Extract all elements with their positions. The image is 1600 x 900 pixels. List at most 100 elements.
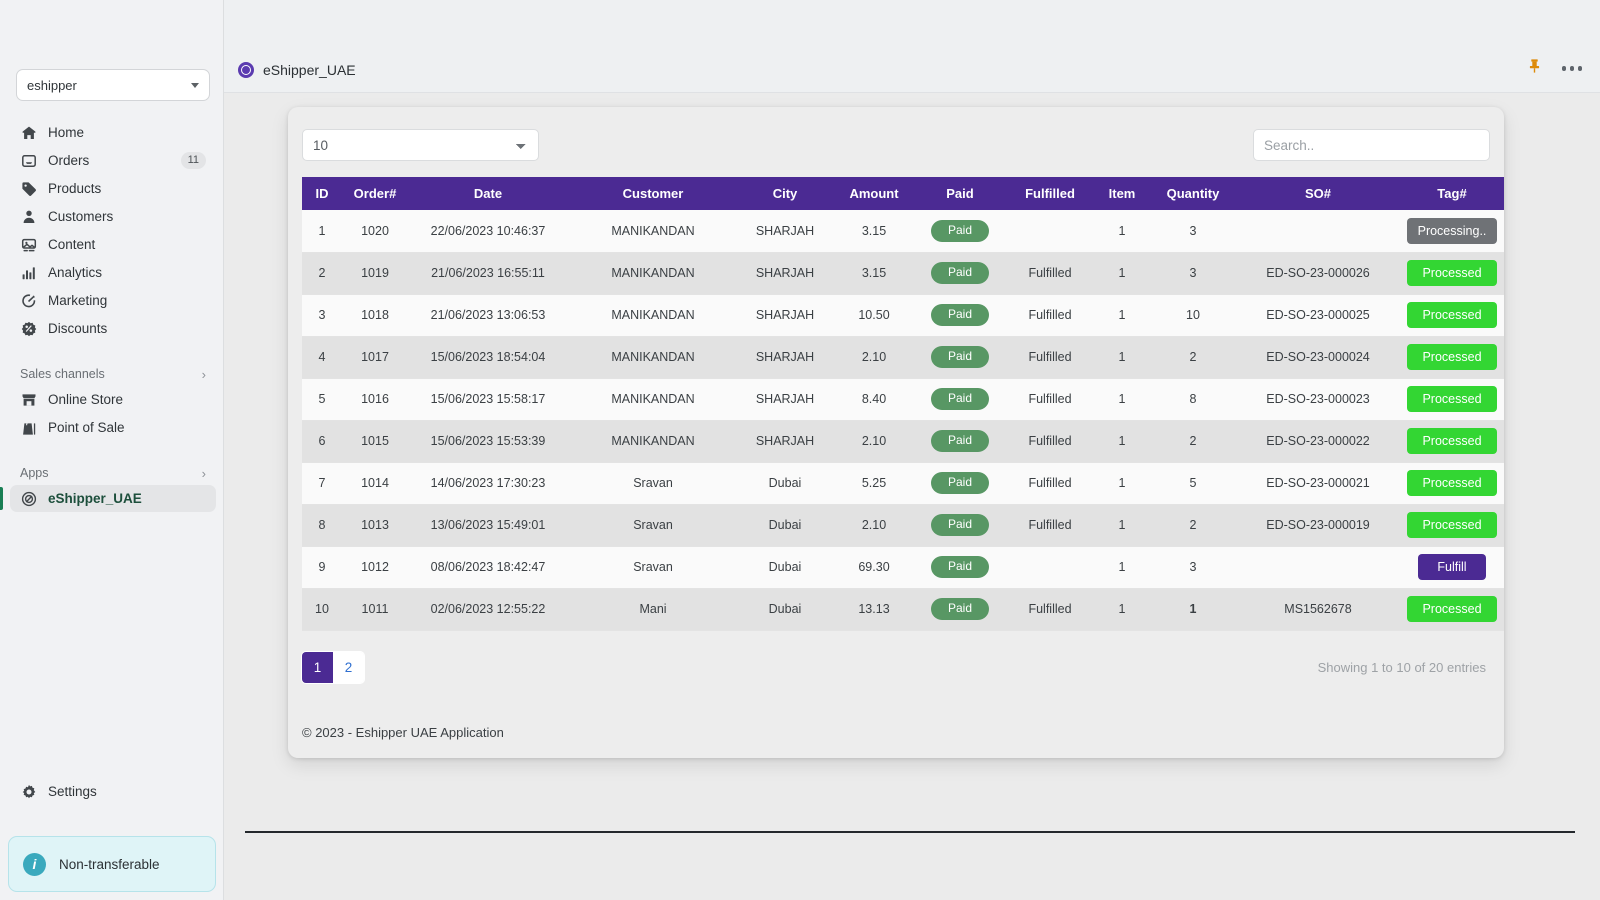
cell-customer: Sravan xyxy=(568,546,738,589)
sidebar-item-point-of-sale[interactable]: Point of Sale xyxy=(10,414,216,441)
sidebar-item-settings[interactable]: Settings xyxy=(10,778,216,805)
sidebar-item-online-store[interactable]: Online Store xyxy=(10,386,216,413)
processed-button[interactable]: Processed xyxy=(1407,427,1497,455)
app-title: eShipper_UAE xyxy=(238,62,356,78)
cell-tag: Processed xyxy=(1398,378,1504,421)
cell-amount: 8.40 xyxy=(832,378,916,421)
paid-status-badge: Paid xyxy=(930,430,990,452)
store-switcher[interactable]: eshipper xyxy=(16,69,210,101)
cell-paid: Paid xyxy=(916,420,1004,463)
cell-paid: Paid xyxy=(916,210,1004,253)
cell-quantity: 3 xyxy=(1148,546,1238,589)
cell-id: 4 xyxy=(302,336,342,379)
cell-date: 14/06/2023 17:30:23 xyxy=(408,462,568,505)
cell-date: 22/06/2023 10:46:37 xyxy=(408,210,568,253)
page-button-1[interactable]: 1 xyxy=(302,651,333,683)
gear-icon xyxy=(20,783,37,800)
sidebar-item-discounts[interactable]: Discounts xyxy=(10,315,216,342)
sidebar-item-content[interactable]: Content xyxy=(10,231,216,258)
cell-order-number: 1018 xyxy=(342,294,408,337)
sidebar-item-label: eShipper_UAE xyxy=(48,491,142,506)
column-header-tag[interactable]: Tag# xyxy=(1398,177,1504,210)
sidebar-section-apps[interactable]: Apps › xyxy=(10,461,216,485)
search-input[interactable] xyxy=(1253,129,1490,161)
cell-city: SHARJAH xyxy=(738,378,832,421)
column-header-order[interactable]: Order# xyxy=(342,177,408,210)
cell-customer: Mani xyxy=(568,588,738,631)
column-header-fulfilled[interactable]: Fulfilled xyxy=(1004,177,1096,210)
sidebar-section-sales-channels[interactable]: Sales channels › xyxy=(10,362,216,386)
paid-status-badge: Paid xyxy=(930,514,990,536)
sidebar-item-marketing[interactable]: Marketing xyxy=(10,287,216,314)
column-header-city[interactable]: City xyxy=(738,177,832,210)
cell-fulfilled xyxy=(1004,210,1096,253)
sidebar-item-products[interactable]: Products xyxy=(10,175,216,202)
fulfill-button[interactable]: Fulfill xyxy=(1418,553,1486,581)
cell-quantity: 2 xyxy=(1148,336,1238,379)
column-header-amount[interactable]: Amount xyxy=(832,177,916,210)
page-length-select[interactable]: 102550100 xyxy=(302,129,539,161)
column-header-quantity[interactable]: Quantity xyxy=(1148,177,1238,210)
cell-id: 3 xyxy=(302,294,342,337)
page-button-2[interactable]: 2 xyxy=(333,651,364,683)
column-header-item[interactable]: Item xyxy=(1096,177,1148,210)
column-header-so[interactable]: SO# xyxy=(1238,177,1398,210)
sidebar-item-customers[interactable]: Customers xyxy=(10,203,216,230)
cell-order-number: 1016 xyxy=(342,378,408,421)
customers-person-icon xyxy=(20,208,37,225)
paid-status-badge: Paid xyxy=(930,388,990,410)
column-header-paid[interactable]: Paid xyxy=(916,177,1004,210)
pushpin-icon[interactable] xyxy=(1527,58,1542,79)
chevron-right-icon: › xyxy=(201,366,206,382)
sidebar-item-eshipper-uae[interactable]: eShipper_UAE xyxy=(0,485,216,512)
cell-paid: Paid xyxy=(916,588,1004,631)
processing-button[interactable]: Processing.. xyxy=(1406,217,1498,244)
app-title-label: eShipper_UAE xyxy=(263,62,356,78)
cell-tag: Processing.. xyxy=(1398,210,1504,253)
sidebar-item-analytics[interactable]: Analytics xyxy=(10,259,216,286)
processed-button[interactable]: Processed xyxy=(1407,301,1497,329)
cell-so-number: ED-SO-23-000023 xyxy=(1238,378,1398,421)
sidebar-item-label: Marketing xyxy=(48,293,108,308)
card-footer: © 2023 - Eshipper UAE Application xyxy=(302,724,504,740)
processed-button[interactable]: Processed xyxy=(1407,259,1497,287)
cell-quantity: 2 xyxy=(1148,504,1238,547)
column-header-id[interactable]: ID xyxy=(302,177,342,210)
cell-order-number: 1017 xyxy=(342,336,408,379)
cell-date: 08/06/2023 18:42:47 xyxy=(408,546,568,589)
column-header-customer[interactable]: Customer xyxy=(568,177,738,210)
paid-status-badge: Paid xyxy=(930,219,990,242)
eshipper-logo-icon xyxy=(238,62,254,78)
sidebar-item-label: Products xyxy=(48,181,102,196)
processed-button[interactable]: Processed xyxy=(1407,595,1497,623)
cell-item: 1 xyxy=(1096,294,1148,337)
sales-channels-label: Sales channels xyxy=(20,367,105,381)
processed-button[interactable]: Processed xyxy=(1407,385,1497,413)
paid-status-badge: Paid xyxy=(930,556,990,578)
cell-tag: Processed xyxy=(1398,420,1504,463)
non-transferable-notice: i Non-transferable xyxy=(8,836,216,892)
table-controls: 102550100 xyxy=(302,129,1490,161)
sidebar-item-home[interactable]: Home xyxy=(10,119,216,146)
processed-button[interactable]: Processed xyxy=(1407,343,1497,371)
settings-nav-wrapper: Settings xyxy=(10,778,216,806)
processed-button[interactable]: Processed xyxy=(1407,469,1497,497)
primary-nav: Home Orders 11 Products Customers Conten… xyxy=(0,119,216,513)
sidebar-item-label: Discounts xyxy=(48,321,108,336)
cell-order-number: 1012 xyxy=(342,546,408,589)
cell-date: 13/06/2023 15:49:01 xyxy=(408,504,568,547)
cell-paid: Paid xyxy=(916,252,1004,295)
processed-button[interactable]: Processed xyxy=(1407,511,1497,539)
column-header-date[interactable]: Date xyxy=(408,177,568,210)
paid-status-badge: Paid xyxy=(930,262,990,284)
cell-city: Dubai xyxy=(738,546,832,589)
cell-fulfilled: Fulfilled xyxy=(1004,252,1096,295)
sidebar-item-orders[interactable]: Orders 11 xyxy=(10,147,216,174)
marketing-target-icon xyxy=(20,292,37,309)
table-row: 1 1020 22/06/2023 10:46:37 MANIKANDAN SHARJA… xyxy=(302,210,1504,253)
cell-so-number: ED-SO-23-000026 xyxy=(1238,252,1398,295)
more-dots-icon[interactable] xyxy=(1558,62,1587,75)
shopping-bag-icon xyxy=(20,419,37,436)
paid-status-badge: Paid xyxy=(930,598,990,620)
cell-item: 1 xyxy=(1096,420,1148,463)
